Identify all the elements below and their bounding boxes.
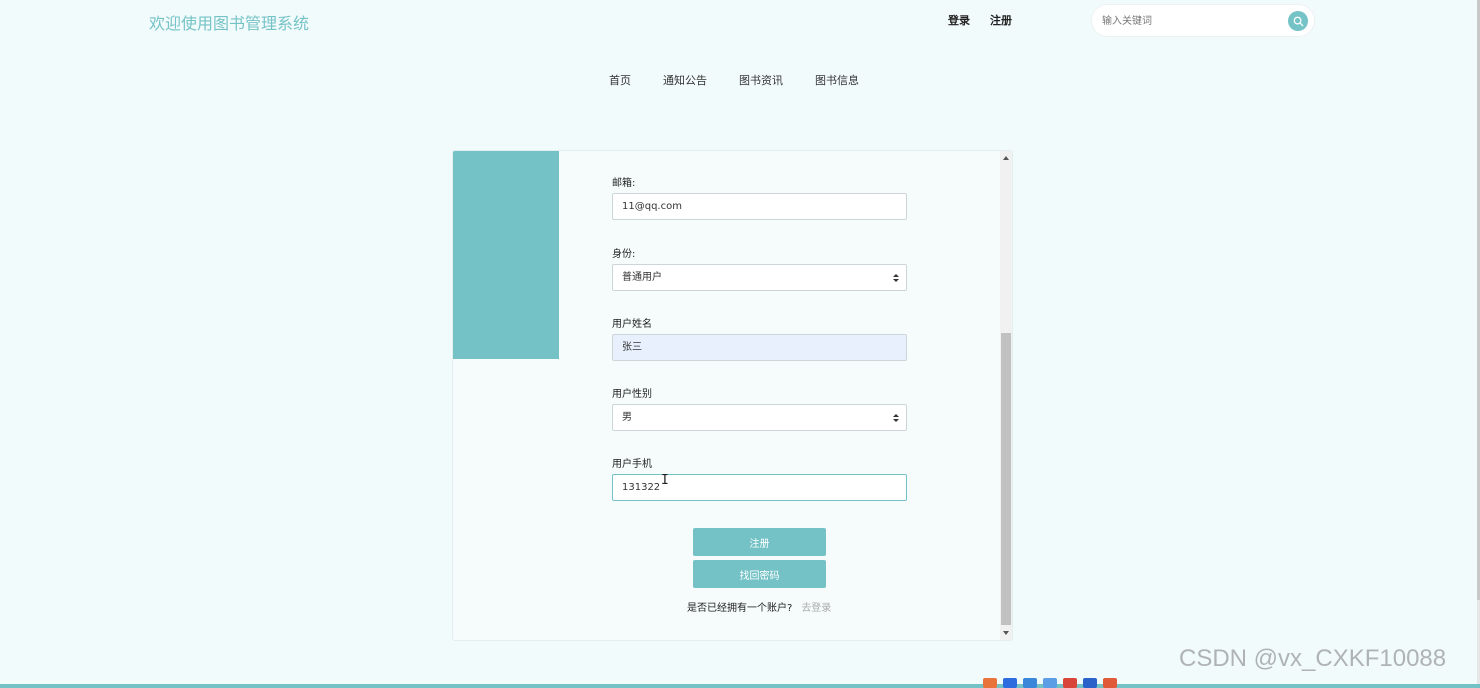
- register-panel: 邮箱: 11@qq.com 身份: 普通用户 用户姓名 张三 用户性别 男 用户…: [452, 150, 1013, 641]
- phone-field[interactable]: 131322: [612, 474, 907, 501]
- name-label: 用户姓名: [612, 319, 652, 330]
- gender-label: 用户性别: [612, 389, 652, 400]
- gender-select-value: 男: [622, 412, 632, 423]
- tray-app-icon[interactable]: [1063, 678, 1077, 688]
- register-button[interactable]: 注册: [693, 528, 826, 556]
- tray-app-icon[interactable]: [1043, 678, 1057, 688]
- recover-password-button[interactable]: 找回密码: [693, 560, 826, 588]
- phone-label: 用户手机: [612, 459, 652, 470]
- scroll-up-arrow-icon[interactable]: [1003, 156, 1009, 160]
- email-label: 邮箱:: [612, 178, 636, 189]
- role-label: 身份:: [612, 249, 636, 260]
- nav-book-news[interactable]: 图书资讯: [739, 72, 783, 88]
- have-account-line: 是否已经拥有一个账户? 去登录: [687, 599, 831, 614]
- panel-scrollbar[interactable]: [1000, 151, 1012, 640]
- site-title: 欢迎使用图书管理系统: [149, 14, 310, 33]
- nav-home[interactable]: 首页: [609, 72, 631, 88]
- nav-book-info[interactable]: 图书信息: [815, 72, 859, 88]
- go-login-link[interactable]: 去登录: [801, 603, 831, 614]
- tray-app-icon[interactable]: [1023, 678, 1037, 688]
- tray-app-icon[interactable]: [983, 678, 997, 688]
- role-select-value: 普通用户: [622, 272, 662, 283]
- text-cursor-icon: I: [661, 473, 669, 488]
- login-link[interactable]: 登录: [948, 12, 970, 28]
- tray-app-icon[interactable]: [1003, 678, 1017, 688]
- have-account-text: 是否已经拥有一个账户?: [687, 603, 793, 614]
- footer-bar: [0, 684, 1480, 688]
- register-link[interactable]: 注册: [990, 12, 1012, 28]
- scroll-down-arrow-icon[interactable]: [1003, 631, 1009, 635]
- email-field[interactable]: 11@qq.com: [612, 193, 907, 220]
- watermark: CSDN @vx_CXKF10088: [1179, 645, 1447, 672]
- search-icon: [1293, 16, 1303, 26]
- role-select[interactable]: 普通用户: [612, 264, 907, 291]
- scroll-thumb[interactable]: [1001, 333, 1011, 625]
- select-arrows-icon: [893, 414, 899, 422]
- search-input[interactable]: [1102, 13, 1282, 29]
- nav-notices[interactable]: 通知公告: [663, 72, 707, 88]
- main-nav: 首页 通知公告 图书资讯 图书信息: [0, 72, 1480, 88]
- panel-image: [453, 151, 559, 359]
- name-field[interactable]: 张三: [612, 334, 907, 361]
- search-box: [1091, 4, 1315, 37]
- taskbar-tray: [983, 678, 1143, 688]
- tray-app-icon[interactable]: [1083, 678, 1097, 688]
- select-arrows-icon: [893, 274, 899, 282]
- tray-app-icon[interactable]: [1103, 678, 1117, 688]
- top-links: 登录 注册: [948, 12, 1012, 28]
- search-button[interactable]: [1288, 11, 1308, 31]
- gender-select[interactable]: 男: [612, 404, 907, 431]
